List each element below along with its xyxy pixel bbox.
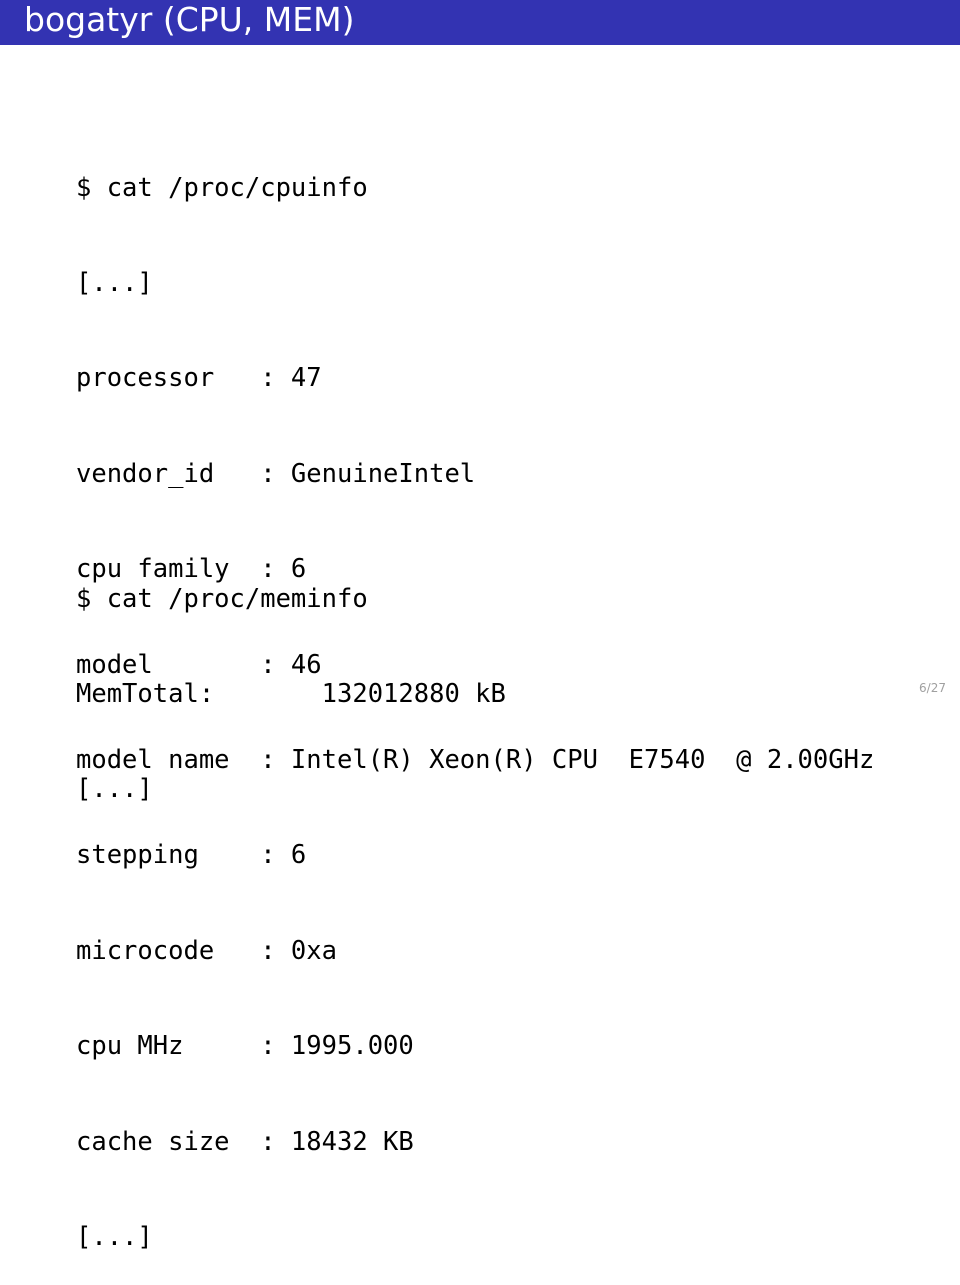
cpuinfo-command: $ cat /proc/cpuinfo [76, 172, 368, 203]
meminfo-output: $ cat /proc/meminfo MemTotal: 132012880 … [76, 520, 506, 838]
cpuinfo-line-processor: processor : 47 [76, 363, 322, 394]
ellipsis-line: [...] [76, 1221, 153, 1252]
cpuinfo-line-cpu-mhz: cpu MHz : 1995.000 [76, 1031, 414, 1062]
cpuinfo-line-cache-size: cache size : 18432 KB [76, 1126, 414, 1157]
ellipsis-line: [...] [76, 267, 153, 298]
cpuinfo-line-microcode: microcode : 0xa [76, 935, 337, 966]
slide-header-bar: bogatyr (CPU, MEM) [0, 0, 960, 45]
cpuinfo-line-vendor-id: vendor_id : GenuineIntel [76, 458, 476, 489]
meminfo-command: $ cat /proc/meminfo [76, 583, 368, 614]
slide-title: bogatyr (CPU, MEM) [24, 0, 355, 39]
cpuinfo-line-stepping: stepping : 6 [76, 840, 307, 871]
page-number: 6/27 [919, 681, 946, 695]
ellipsis-line: [...] [76, 774, 153, 805]
meminfo-line-memtotal: MemTotal: 132012880 kB [76, 678, 506, 709]
